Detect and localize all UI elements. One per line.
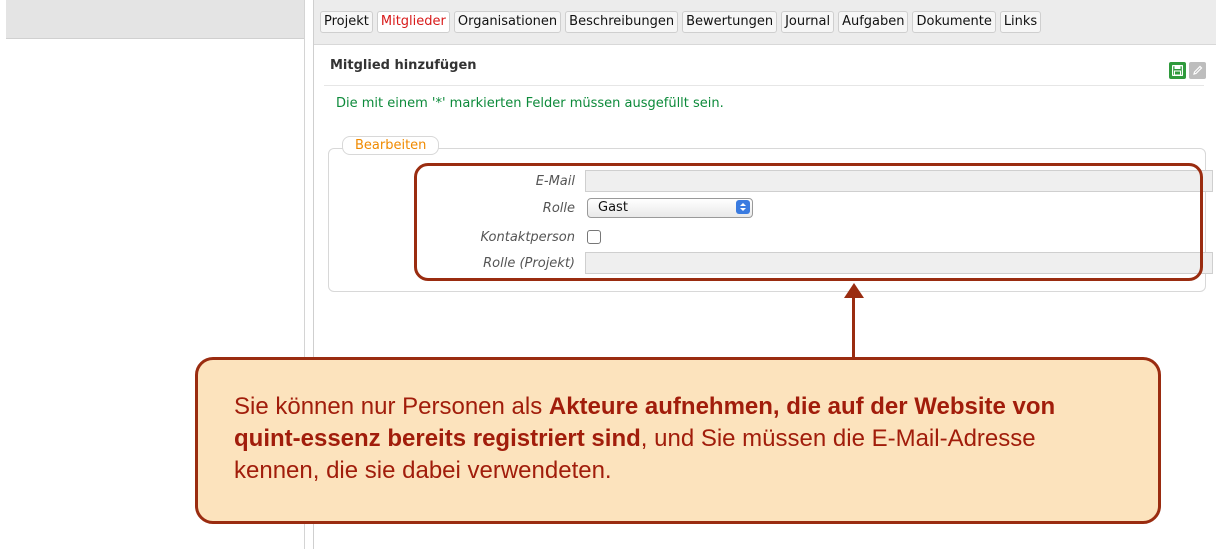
callout-box: Sie können nur Personen als Akteure aufn… — [195, 357, 1161, 524]
arrow-line — [852, 296, 855, 358]
required-fields-note: Die mit einem '*' markierten Felder müss… — [336, 96, 724, 111]
tab-beschreibungen[interactable]: Beschreibungen — [565, 11, 679, 33]
tab-journal[interactable]: Journal — [781, 11, 835, 33]
highlight-frame — [414, 163, 1203, 281]
tab-organisationen[interactable]: Organisationen — [453, 11, 562, 33]
section-title: Mitglied hinzufügen — [330, 58, 477, 73]
callout-text-1: Sie können nur Personen als — [234, 393, 549, 420]
fieldset-legend: Bearbeiten — [342, 136, 440, 155]
section-divider — [324, 85, 1204, 86]
sidebar-header — [6, 0, 304, 39]
save-icon — [1172, 65, 1183, 76]
pencil-icon — [1193, 65, 1203, 75]
tab-bar: Projekt Mitglieder Organisationen Beschr… — [314, 0, 1216, 45]
tab-dokumente[interactable]: Dokumente — [912, 11, 996, 33]
edit-button[interactable] — [1189, 62, 1206, 79]
tab-projekt[interactable]: Projekt — [320, 11, 373, 33]
tab-bewertungen[interactable]: Bewertungen — [682, 11, 778, 33]
action-buttons — [1169, 62, 1206, 79]
tabs: Projekt Mitglieder Organisationen Beschr… — [320, 11, 1042, 33]
tab-links[interactable]: Links — [999, 11, 1042, 33]
save-button[interactable] — [1169, 62, 1186, 79]
tab-mitglieder[interactable]: Mitglieder — [376, 11, 450, 33]
tab-aufgaben[interactable]: Aufgaben — [838, 11, 909, 33]
